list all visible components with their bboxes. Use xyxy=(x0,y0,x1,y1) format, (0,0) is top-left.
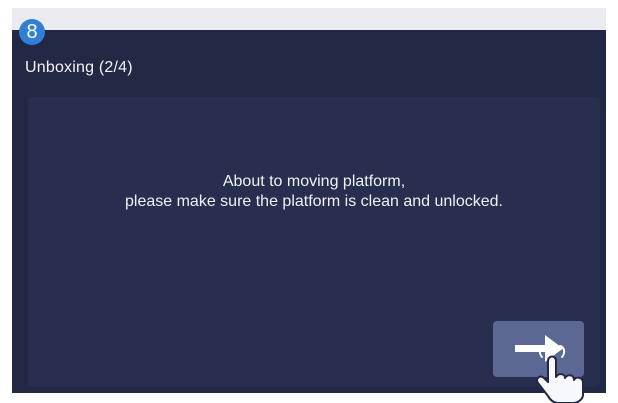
device-frame: 8 Unboxing (2/4) About to moving platfor… xyxy=(0,0,618,403)
step-number-badge: 8 xyxy=(19,19,45,45)
top-bezel xyxy=(12,8,606,30)
instruction-line-1: About to moving platform, xyxy=(222,173,406,190)
page-title: Unboxing (2/4) xyxy=(25,59,133,76)
instruction-line-2: please make sure the platform is clean a… xyxy=(125,193,503,210)
instruction-message: About to moving platform, please make su… xyxy=(28,172,600,212)
tapping-hand-icon xyxy=(536,345,584,403)
